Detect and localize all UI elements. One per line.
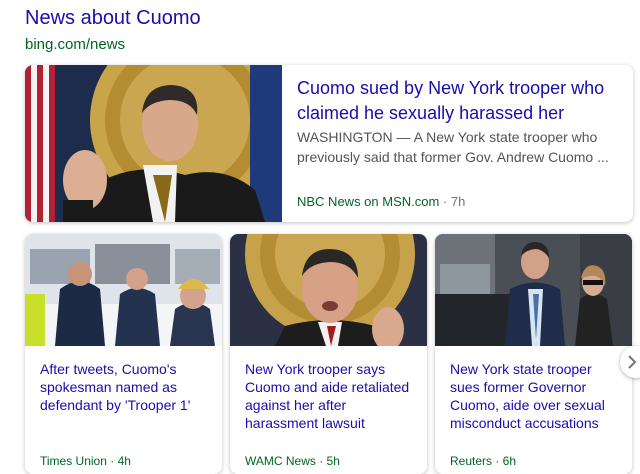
story-headline[interactable]: New York state trooper sues former Gover… [450, 360, 620, 432]
story-image-troopers [25, 234, 222, 346]
top-story-image [25, 65, 282, 222]
story-meta: WAMC News · 5h [245, 454, 340, 468]
story-image-cuomo-speaking [230, 234, 427, 346]
story-card[interactable]: After tweets, Cuomo's spokesman named as… [25, 234, 222, 474]
meta-separator: · [439, 194, 451, 209]
top-story-snippet: WASHINGTON — A New York state trooper wh… [297, 129, 609, 165]
chevron-right-icon [628, 355, 637, 369]
top-story-publisher: NBC News on MSN.com [297, 194, 440, 209]
story-meta: Times Union · 4h [40, 454, 131, 468]
story-headline[interactable]: New York trooper says Cuomo and aide ret… [245, 360, 415, 432]
top-story-meta: NBC News on MSN.com · 7h [297, 194, 465, 209]
story-card[interactable]: New York state trooper sues former Gover… [435, 234, 632, 474]
top-story-headline[interactable]: Cuomo sued by New York trooper who claim… [297, 76, 617, 126]
story-headline[interactable]: After tweets, Cuomo's spokesman named as… [40, 360, 210, 414]
story-meta: Reuters · 6h [450, 454, 517, 468]
story-card[interactable]: New York trooper says Cuomo and aide ret… [230, 234, 427, 474]
story-image-cuomo-walking [435, 234, 632, 346]
section-title-link[interactable]: News about Cuomo [25, 7, 201, 30]
top-story-card[interactable]: Cuomo sued by New York trooper who claim… [25, 65, 633, 222]
top-story-age: 7h [450, 194, 466, 209]
source-url: bing.com/news [25, 36, 126, 53]
